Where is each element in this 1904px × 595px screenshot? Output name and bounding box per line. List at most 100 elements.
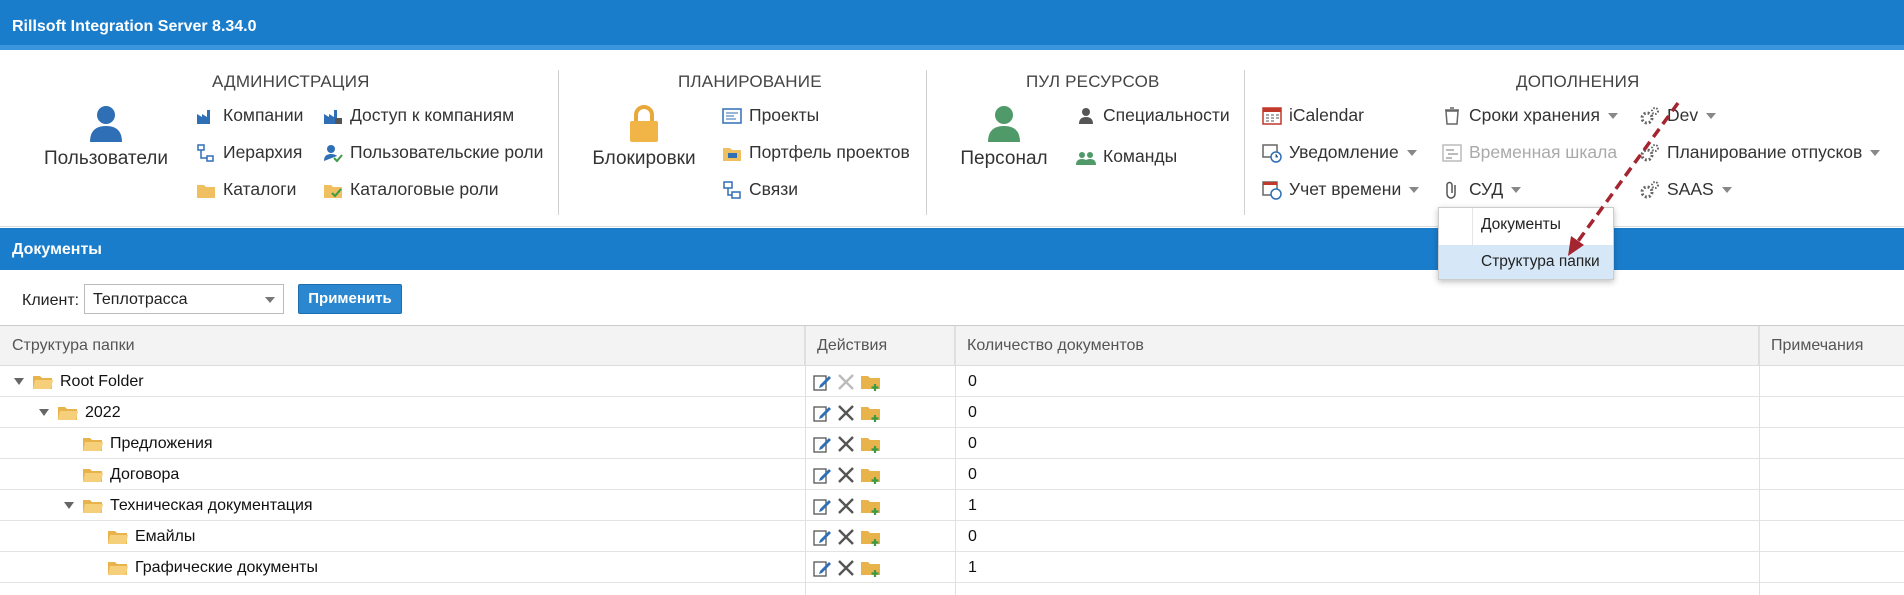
add-folder-icon[interactable] <box>860 372 882 392</box>
group-title-resource-pool: ПУЛ РЕСУРСОВ <box>1026 72 1160 91</box>
menu-time-tracking[interactable]: Учет времени <box>1262 179 1420 200</box>
menu-retention[interactable]: Сроки хранения <box>1442 105 1618 126</box>
column-header-doc-count[interactable]: Количество документов <box>955 326 1759 366</box>
chevron-down-icon <box>1721 186 1732 193</box>
table-row[interactable]: Root Folder 0 <box>0 366 1904 397</box>
table-row[interactable]: Графические документы 1 <box>0 552 1904 583</box>
users-button[interactable]: Пользователи <box>36 104 176 170</box>
project-icon <box>722 107 742 124</box>
menu-notification[interactable]: Уведомление <box>1262 142 1417 163</box>
edit-icon[interactable] <box>812 434 832 454</box>
menu-portfolio[interactable]: Портфель проектов <box>722 142 910 163</box>
folder-open-icon <box>58 406 78 420</box>
chevron-down-icon <box>1870 149 1881 156</box>
chevron-down-icon <box>265 297 275 303</box>
document-count: 0 <box>968 404 977 421</box>
app-title: Rillsoft Integration Server 8.34.0 <box>12 18 257 35</box>
edit-icon[interactable] <box>812 372 832 392</box>
group-title-addons: ДОПОЛНЕНИЯ <box>1516 72 1640 91</box>
table-row[interactable]: Емайлы 0 <box>0 521 1904 552</box>
column-divider <box>955 326 956 595</box>
delete-icon[interactable] <box>836 434 856 454</box>
table-row[interactable]: Предложения 0 <box>0 428 1904 459</box>
edit-icon[interactable] <box>812 465 832 485</box>
client-select[interactable]: Теплотрасса <box>84 284 284 314</box>
table-row[interactable]: Техническая документация 1 <box>0 490 1904 521</box>
apply-button[interactable]: Применить <box>298 284 402 314</box>
add-folder-icon[interactable] <box>860 465 882 485</box>
dropdown-item-folder-structure[interactable]: Структура папки <box>1439 245 1613 279</box>
folder-name: Графические документы <box>135 559 318 576</box>
column-header-actions[interactable]: Действия <box>805 326 955 366</box>
folder-open-icon <box>83 499 103 513</box>
staff-label: Персонал <box>960 148 1048 169</box>
paperclip-icon <box>1446 181 1456 199</box>
menu-dev[interactable]: Dev <box>1640 105 1717 126</box>
menu-companies[interactable]: Компании <box>196 105 303 126</box>
folder-name: Root Folder <box>60 373 144 390</box>
delete-icon[interactable] <box>836 465 856 485</box>
person-icon <box>1079 107 1093 124</box>
edit-icon[interactable] <box>812 558 832 578</box>
menu-dms[interactable]: СУД <box>1442 179 1522 200</box>
section-title: Документы <box>12 241 102 258</box>
add-folder-icon[interactable] <box>860 496 882 516</box>
menu-catalog-roles[interactable]: Каталоговые роли <box>323 179 499 200</box>
menu-icalendar[interactable]: iCalendar <box>1262 105 1364 126</box>
portfolio-icon <box>723 147 741 161</box>
gears-icon <box>1640 180 1659 198</box>
folder-icon <box>197 184 215 198</box>
section-header: Документы <box>0 228 1904 270</box>
lock-icon <box>630 105 658 142</box>
delete-icon[interactable] <box>836 403 856 423</box>
folder-tree-grid: Структура папки Действия Количество доку… <box>0 325 1904 595</box>
folder-cell: Техническая документация <box>64 490 313 521</box>
add-folder-icon[interactable] <box>860 558 882 578</box>
add-folder-icon[interactable] <box>860 434 882 454</box>
trash-icon <box>1445 106 1459 125</box>
menu-specialties[interactable]: Специальности <box>1076 105 1230 126</box>
folder-open-icon <box>108 561 128 575</box>
column-header-folder-structure[interactable]: Структура папки <box>0 326 805 366</box>
edit-icon[interactable] <box>812 496 832 516</box>
menu-company-access[interactable]: Доступ к компаниям <box>323 105 514 126</box>
delete-icon[interactable] <box>836 372 856 392</box>
dropdown-item-documents[interactable]: Документы <box>1439 208 1613 242</box>
table-row[interactable]: Договора 0 <box>0 459 1904 490</box>
document-count: 0 <box>968 528 977 545</box>
menu-timeline[interactable]: Временная шкала <box>1442 142 1617 163</box>
expand-toggle-icon[interactable] <box>39 409 49 417</box>
delete-icon[interactable] <box>836 527 856 547</box>
folder-cell: Графические документы <box>89 552 318 583</box>
menu-vacation-planning[interactable]: Планирование отпусков <box>1640 142 1881 163</box>
folder-open-icon <box>83 437 103 451</box>
add-folder-icon[interactable] <box>860 527 882 547</box>
menu-projects[interactable]: Проекты <box>722 105 819 126</box>
add-folder-icon[interactable] <box>860 403 882 423</box>
menu-teams[interactable]: Команды <box>1076 146 1177 167</box>
expand-toggle-icon[interactable] <box>14 378 24 386</box>
folder-cell: Договора <box>64 459 179 490</box>
delete-icon[interactable] <box>836 496 856 516</box>
edit-icon[interactable] <box>812 527 832 547</box>
folder-cell: 2022 <box>39 397 121 428</box>
menu-saas[interactable]: SAAS <box>1640 179 1732 200</box>
row-actions <box>812 558 882 578</box>
column-header-notes[interactable]: Примечания <box>1759 326 1904 366</box>
menu-hierarchy[interactable]: Иерархия <box>196 142 302 163</box>
folder-open-icon <box>83 468 103 482</box>
group-separator <box>926 70 927 215</box>
menu-user-roles[interactable]: Пользовательские роли <box>323 142 543 163</box>
menu-links[interactable]: Связи <box>722 179 798 200</box>
folder-name: 2022 <box>85 404 121 421</box>
locks-button[interactable]: Блокировки <box>584 104 704 170</box>
row-actions <box>812 372 882 392</box>
expand-toggle-icon[interactable] <box>64 502 74 510</box>
menu-catalogs[interactable]: Каталоги <box>196 179 296 200</box>
group-separator <box>1244 70 1245 215</box>
delete-icon[interactable] <box>836 558 856 578</box>
edit-icon[interactable] <box>812 403 832 423</box>
staff-button[interactable]: Персонал <box>944 104 1064 170</box>
table-row[interactable]: 2022 0 <box>0 397 1904 428</box>
document-count: 0 <box>968 466 977 483</box>
